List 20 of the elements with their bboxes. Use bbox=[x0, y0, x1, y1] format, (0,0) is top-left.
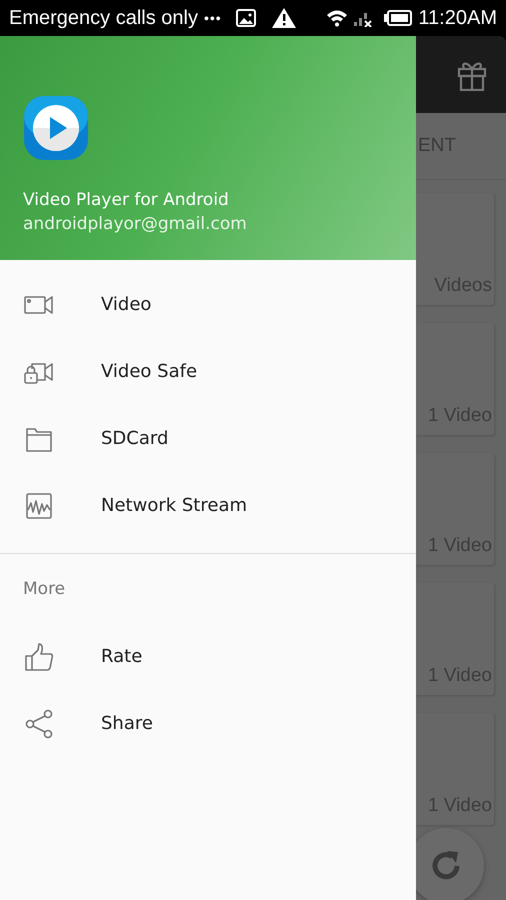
clock-time: 11:20AM bbox=[418, 6, 497, 30]
notification-dots: ••• bbox=[204, 10, 222, 26]
carrier-text: Emergency calls only bbox=[9, 6, 198, 30]
menu-item[interactable]: SDCard bbox=[101, 428, 168, 449]
wifi-icon bbox=[326, 9, 348, 27]
thumbs-up-icon bbox=[23, 640, 55, 672]
battery-icon bbox=[384, 10, 412, 26]
menu-item[interactable]: Network Stream bbox=[101, 495, 248, 516]
menu-item[interactable]: Share bbox=[101, 713, 153, 734]
section-heading: More bbox=[23, 578, 66, 600]
account-email: androidplayor@gmail.com bbox=[23, 213, 247, 236]
share-icon bbox=[23, 708, 55, 740]
image-icon bbox=[236, 9, 256, 27]
menu-item[interactable]: Video bbox=[101, 294, 152, 315]
play-logo-icon bbox=[23, 95, 89, 161]
menu-item[interactable]: Rate bbox=[101, 646, 142, 667]
refresh-button[interactable] bbox=[416, 828, 484, 900]
menu-item[interactable]: Video Safe bbox=[101, 361, 198, 382]
warning-icon bbox=[272, 8, 296, 28]
app-name: Video Player for Android bbox=[23, 189, 229, 212]
